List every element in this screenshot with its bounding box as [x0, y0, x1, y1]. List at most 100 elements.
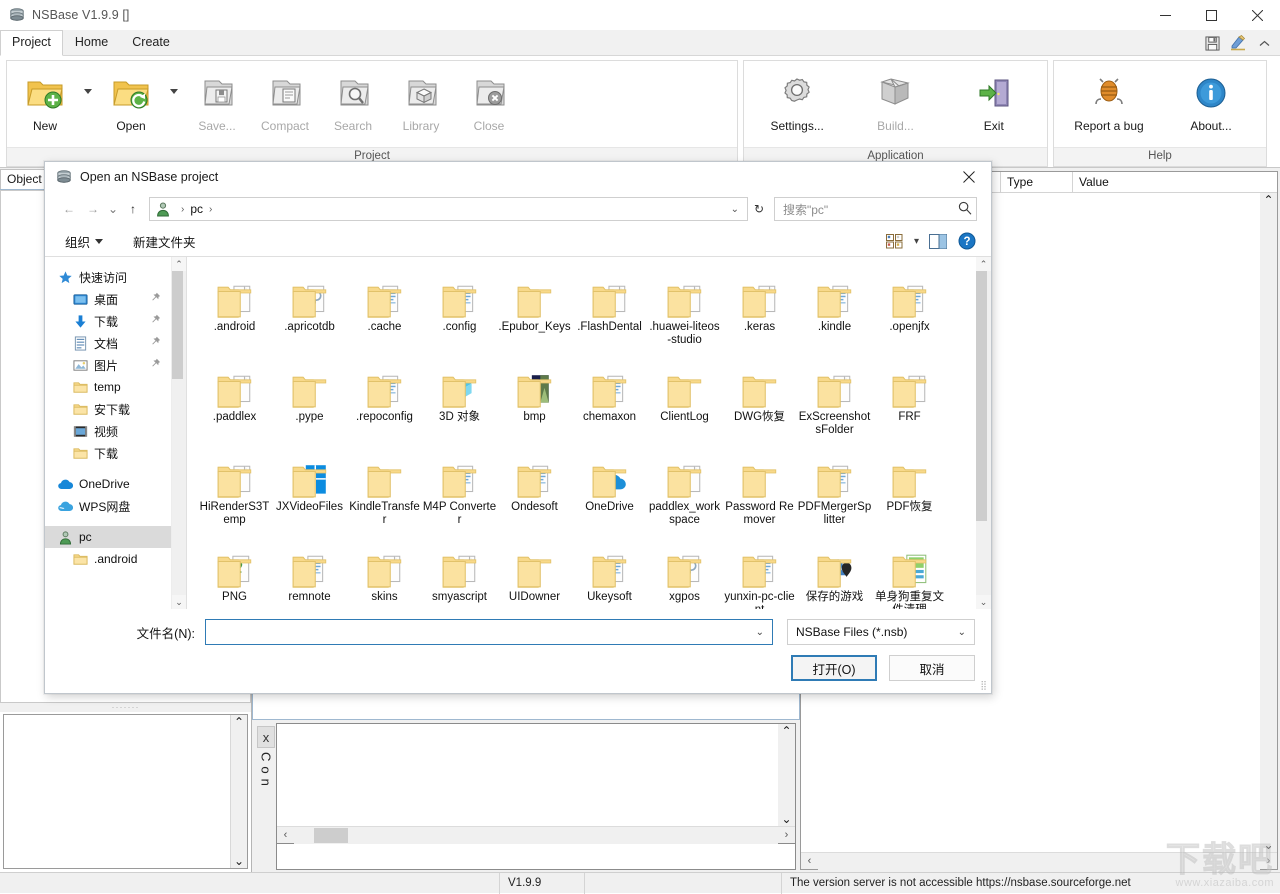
scroll-right-icon[interactable]: ›: [1260, 855, 1277, 867]
navpane-item-7[interactable]: 视频: [45, 420, 171, 442]
file-item[interactable]: .android: [197, 265, 272, 355]
scroll-up-icon[interactable]: ⌃: [1263, 193, 1273, 207]
scroll-down-icon[interactable]: ⌄: [781, 812, 791, 826]
ribbon-button-save[interactable]: Save...: [183, 67, 251, 133]
navpane-scrollbar[interactable]: ⌃ ⌄: [171, 257, 186, 609]
chevron-up-icon[interactable]: [1256, 35, 1272, 51]
file-item[interactable]: ClientLog: [647, 355, 722, 445]
file-grid[interactable]: .android.apricotdb.cache.config.Epubor_K…: [187, 257, 976, 609]
file-item[interactable]: ExScreenshotsFolder: [797, 355, 872, 445]
navpane-item-11[interactable]: pc: [45, 526, 171, 548]
object-properties-pane[interactable]: ⌃ ⌄: [3, 714, 248, 869]
file-item[interactable]: .FlashDental: [572, 265, 647, 355]
ribbon-button-search[interactable]: Search: [319, 67, 387, 133]
ribbon-button-close[interactable]: Close: [455, 67, 523, 133]
file-item[interactable]: DWG恢复: [722, 355, 797, 445]
chevron-down-icon[interactable]: ⌄: [954, 627, 970, 638]
forward-button[interactable]: →: [81, 197, 105, 221]
pin-icon[interactable]: [150, 336, 161, 351]
file-item[interactable]: KindleTransfer: [347, 445, 422, 535]
ribbon-button-settings[interactable]: Settings...: [754, 67, 840, 133]
console-close-button[interactable]: x: [257, 726, 275, 748]
scroll-down-icon[interactable]: ⌄: [1263, 838, 1273, 852]
file-item[interactable]: Ukeysoft: [572, 535, 647, 609]
file-item[interactable]: UIDowner: [497, 535, 572, 609]
ribbon-button-exit[interactable]: Exit: [951, 67, 1037, 133]
navpane-item-9[interactable]: OneDrive: [45, 473, 171, 495]
console-output[interactable]: ⌃ ⌄: [277, 724, 795, 826]
column-value[interactable]: Value: [1073, 172, 1277, 192]
file-item[interactable]: 3D 对象: [422, 355, 497, 445]
help-icon[interactable]: ?: [957, 231, 977, 251]
file-item[interactable]: bmp: [497, 355, 572, 445]
navpane-item-2[interactable]: 下载: [45, 310, 171, 332]
ribbon-button-new[interactable]: New: [11, 67, 79, 133]
console-tab-label[interactable]: Con: [259, 752, 274, 791]
breadcrumb-separator-end[interactable]: ›: [209, 204, 212, 215]
file-item[interactable]: remnote: [272, 535, 347, 609]
search-icon[interactable]: [958, 201, 972, 218]
navpane-item-12[interactable]: .android: [45, 548, 171, 570]
chevron-down-icon[interactable]: ⌄: [752, 627, 768, 638]
column-type[interactable]: Type: [1001, 172, 1073, 192]
navpane-item-6[interactable]: 安下载: [45, 398, 171, 420]
variables-hscrollbar[interactable]: ‹ ›: [801, 852, 1277, 869]
close-button[interactable]: [1234, 0, 1280, 30]
file-item[interactable]: 保存的游戏: [797, 535, 872, 609]
pin-icon[interactable]: [150, 314, 161, 329]
navpane-item-0[interactable]: 快速访问: [45, 266, 171, 288]
file-item[interactable]: paddlex_workspace: [647, 445, 722, 535]
address-breadcrumb-bar[interactable]: › pc › ⌄: [149, 197, 748, 221]
save-icon[interactable]: [1204, 35, 1220, 51]
filename-input[interactable]: ⌄: [205, 619, 773, 645]
hscroll-thumb[interactable]: [314, 828, 348, 843]
grid-scroll-track[interactable]: [976, 271, 991, 595]
design-icon[interactable]: [1230, 35, 1246, 51]
ribbon-button-compact[interactable]: Compact: [251, 67, 319, 133]
file-item[interactable]: PDFMergerSplitter: [797, 445, 872, 535]
file-item[interactable]: JXVideoFiles: [272, 445, 347, 535]
scroll-down-icon[interactable]: ⌄: [980, 595, 988, 609]
ribbon-button-library[interactable]: Library: [387, 67, 455, 133]
file-item[interactable]: FRF: [872, 355, 947, 445]
cancel-button[interactable]: 取消: [889, 655, 975, 681]
open-split-dropdown[interactable]: [165, 67, 183, 94]
view-dropdown-caret[interactable]: ▾: [914, 236, 919, 247]
navpane-scroll-thumb[interactable]: [172, 271, 183, 379]
navpane-item-10[interactable]: WPS网盘: [45, 495, 171, 517]
maximize-button[interactable]: [1188, 0, 1234, 30]
file-item[interactable]: .huawei-liteos-studio: [647, 265, 722, 355]
recent-locations-button[interactable]: ⌄: [105, 197, 121, 221]
breadcrumb-item-pc[interactable]: pc: [190, 202, 203, 216]
ribbon-button-about[interactable]: About...: [1163, 67, 1259, 133]
open-button[interactable]: 打开(O): [791, 655, 877, 681]
ribbon-button-report-a-bug[interactable]: Report a bug: [1061, 67, 1157, 133]
refresh-button[interactable]: ↻: [748, 197, 770, 221]
pin-icon[interactable]: [150, 358, 161, 373]
dialog-close-button[interactable]: [947, 162, 991, 192]
ribbon-button-build[interactable]: Build...: [852, 67, 938, 133]
file-item[interactable]: 单身狗重复文件清理: [872, 535, 947, 609]
navpane-item-3[interactable]: 文档: [45, 332, 171, 354]
navpane-item-5[interactable]: temp: [45, 376, 171, 398]
file-item[interactable]: .Epubor_Keys: [497, 265, 572, 355]
file-item[interactable]: chemaxon: [572, 355, 647, 445]
file-item[interactable]: HiRenderS3Temp: [197, 445, 272, 535]
scroll-up-icon[interactable]: ⌃: [781, 724, 791, 738]
scroll-down-icon[interactable]: ⌄: [175, 595, 183, 609]
file-item[interactable]: PDF恢复: [872, 445, 947, 535]
organize-button[interactable]: 组织: [59, 229, 109, 254]
new-split-dropdown[interactable]: [79, 67, 97, 94]
console-input[interactable]: [277, 843, 795, 869]
new-folder-button[interactable]: 新建文件夹: [127, 229, 202, 254]
console-output-scrollbar[interactable]: ⌃ ⌄: [778, 724, 795, 826]
tab-home[interactable]: Home: [63, 30, 120, 55]
left-panel-splitter[interactable]: ·······: [0, 703, 251, 712]
scroll-right-icon[interactable]: ›: [778, 829, 795, 841]
grid-scroll-thumb[interactable]: [976, 271, 987, 521]
console-hscrollbar[interactable]: ‹ ›: [277, 826, 795, 843]
pin-icon[interactable]: [150, 292, 161, 307]
preview-pane-icon[interactable]: [928, 231, 948, 251]
file-item[interactable]: .kindle: [797, 265, 872, 355]
scroll-left-icon[interactable]: ‹: [277, 829, 294, 841]
